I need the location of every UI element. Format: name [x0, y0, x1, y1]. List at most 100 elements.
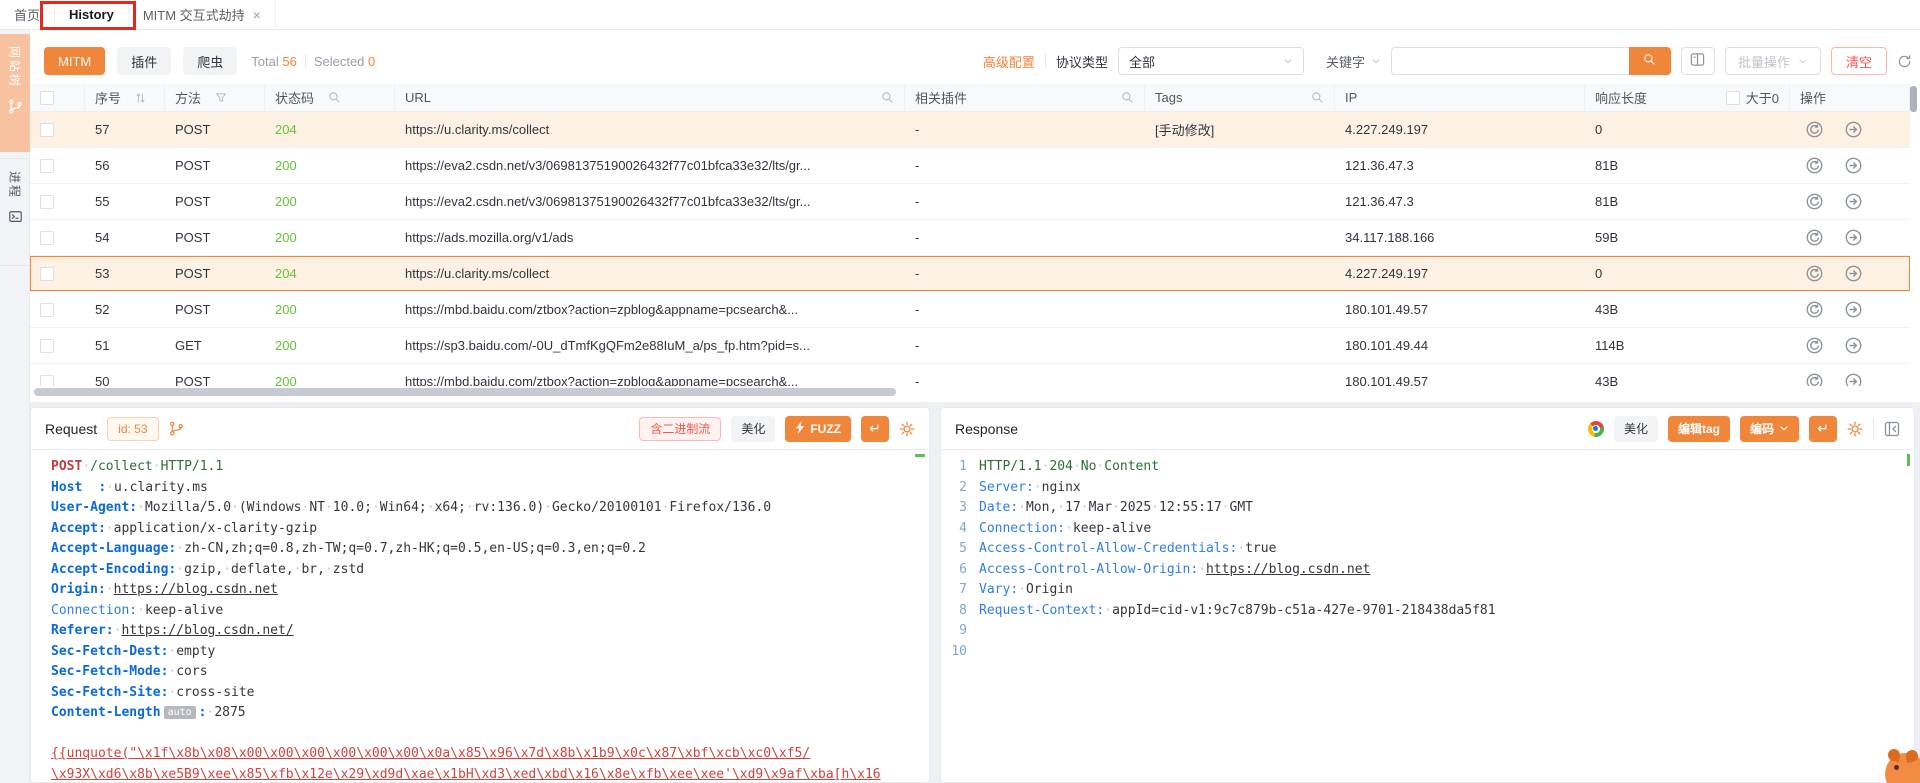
- yakit-mascot-icon[interactable]: [1885, 753, 1920, 783]
- browser-replay-icon[interactable]: [1806, 193, 1823, 210]
- table-row[interactable]: 51 GET 200 https://sp3.baidu.com/-0U_dTmfKg…: [30, 328, 1910, 364]
- tab-home[interactable]: 首页: [0, 0, 56, 30]
- table-row[interactable]: 57 POST 204 https://u.clarity.ms/collect - [手…: [30, 112, 1910, 148]
- filter-icon[interactable]: [215, 92, 227, 104]
- colon: :: [97, 520, 106, 536]
- newline-button[interactable]: ↵: [1809, 415, 1837, 442]
- edit-tag-button[interactable]: 编辑tag: [1667, 415, 1730, 442]
- ip-cell: 180.101.49.57: [1345, 302, 1429, 317]
- plugin-filter-button[interactable]: 插件: [117, 47, 172, 75]
- row-checkbox[interactable]: [40, 302, 54, 317]
- browser-replay-icon[interactable]: [1806, 301, 1823, 318]
- goto-arrow-icon[interactable]: [1845, 157, 1862, 174]
- goto-arrow-icon[interactable]: [1845, 229, 1862, 246]
- index-cell: 54: [95, 230, 110, 245]
- search-button[interactable]: [1628, 47, 1671, 75]
- line-number: 1: [959, 459, 967, 474]
- sort-icon[interactable]: [135, 92, 146, 104]
- goto-arrow-icon[interactable]: [1845, 121, 1862, 138]
- colon: :: [129, 602, 138, 618]
- keyword-select[interactable]: 关键字: [1326, 52, 1381, 71]
- gear-icon[interactable]: [1847, 421, 1863, 437]
- tags-cell: [1145, 148, 1335, 183]
- browser-replay-icon[interactable]: [1806, 157, 1823, 174]
- editor-line: 7 Vary:·Origin: [941, 580, 1914, 601]
- newline-button[interactable]: ↵: [861, 415, 889, 442]
- length-filter[interactable]: 大于0: [1725, 88, 1779, 107]
- browser-replay-icon[interactable]: [1806, 229, 1823, 246]
- tab-history[interactable]: History: [55, 0, 129, 30]
- row-checkbox[interactable]: [40, 158, 54, 173]
- search-icon[interactable]: [1121, 91, 1134, 104]
- rail-tab-site-tree[interactable]: 网站树: [0, 34, 30, 152]
- beautify-button[interactable]: 美化: [731, 415, 776, 442]
- column-label: 序号: [95, 91, 122, 106]
- column-label: 相关插件: [915, 91, 968, 106]
- select-all-checkbox[interactable]: [40, 90, 54, 105]
- url-cell: https://mbd.baidu.com/ztbox?action=zpblo…: [405, 302, 799, 317]
- fuzz-button[interactable]: FUZZ: [785, 415, 851, 442]
- chrome-icon[interactable]: [1587, 420, 1604, 437]
- browser-replay-icon[interactable]: [1806, 265, 1823, 282]
- search-icon[interactable]: [1311, 91, 1324, 104]
- row-checkbox[interactable]: [40, 374, 54, 386]
- goto-arrow-icon[interactable]: [1845, 301, 1862, 318]
- goto-arrow-icon[interactable]: [1845, 373, 1862, 386]
- table-row[interactable]: 56 POST 200 https://eva2.csdn.net/v3/069813…: [30, 148, 1910, 184]
- colon: :: [1057, 520, 1066, 536]
- clear-button[interactable]: 清空: [1830, 47, 1887, 75]
- goto-arrow-icon[interactable]: [1845, 193, 1862, 210]
- table-row[interactable]: 55 POST 200 https://eva2.csdn.net/v3/069813…: [30, 184, 1910, 220]
- browser-replay-icon[interactable]: [1806, 337, 1823, 354]
- vertical-scrollbar-thumb[interactable]: [1910, 86, 1917, 112]
- whitespace-dot: ·: [324, 500, 333, 515]
- greater-than-zero-checkbox[interactable]: [1725, 90, 1740, 105]
- refresh-icon[interactable]: [1897, 54, 1912, 69]
- browser-replay-icon[interactable]: [1806, 121, 1823, 138]
- rail-tab-process[interactable]: 进程: [0, 158, 30, 266]
- table-row[interactable]: 50 POST 200 https://mbd.baidu.com/ztbox?act…: [30, 364, 1910, 386]
- table-row[interactable]: 54 POST 200 https://ads.mozilla.org/v1/ads -…: [30, 220, 1910, 256]
- beautify-button[interactable]: 美化: [1613, 415, 1658, 442]
- fuzz-label: FUZZ: [810, 421, 841, 436]
- goto-arrow-icon[interactable]: [1845, 337, 1862, 354]
- close-icon[interactable]: ×: [253, 8, 261, 22]
- row-checkbox[interactable]: [40, 122, 54, 137]
- search-icon[interactable]: [328, 91, 341, 104]
- whitespace-dot: ·: [1112, 500, 1120, 515]
- url-cell: https://u.clarity.ms/collect: [405, 122, 550, 137]
- search-icon[interactable]: [881, 91, 894, 104]
- tab-mitm[interactable]: MITM 交互式劫持 ×: [129, 0, 276, 30]
- row-checkbox[interactable]: [40, 338, 54, 353]
- row-checkbox[interactable]: [40, 194, 54, 209]
- collapse-panel-icon[interactable]: [1884, 421, 1900, 437]
- table-row[interactable]: 52 POST 200 https://mbd.baidu.com/ztbox?act…: [30, 292, 1910, 328]
- editor-overview-mark: [915, 454, 925, 457]
- line-content: [979, 642, 1914, 663]
- horizontal-scrollbar-thumb[interactable]: [34, 388, 896, 396]
- request-editor[interactable]: POST·/collect·HTTP/1.1 Host:·u.clarity.ms…: [31, 451, 929, 782]
- whitespace-dot: ·: [293, 561, 302, 577]
- response-title: Response: [955, 420, 1019, 437]
- browser-replay-icon[interactable]: [1806, 373, 1823, 386]
- horizontal-scrollbar[interactable]: [32, 388, 1908, 397]
- row-checkbox[interactable]: [40, 230, 54, 245]
- row-checkbox[interactable]: [40, 266, 54, 281]
- table-row[interactable]: 53 POST 204 https://u.clarity.ms/collect - 4.…: [30, 256, 1910, 292]
- protocol-type-select[interactable]: 全部: [1117, 47, 1304, 75]
- encoding-button[interactable]: 编码: [1739, 415, 1799, 442]
- batch-ops-button[interactable]: 批量操作: [1724, 47, 1821, 75]
- packet-switch-button[interactable]: [1680, 47, 1715, 75]
- gear-icon[interactable]: [899, 421, 915, 437]
- header-key: Connection: [979, 520, 1058, 536]
- branch-icon[interactable]: [169, 421, 184, 436]
- search-input[interactable]: [1390, 47, 1629, 75]
- response-editor[interactable]: 1 HTTP/1.1·204·No·Content 2 Server:·nginx 3 D…: [941, 451, 1914, 782]
- tab-home-label: 首页: [14, 8, 41, 23]
- history-table: 序号 方法 状态码 URL 相关插件 Tags IP 响应长度 大于0 操作 57 POST 204 h…: [30, 84, 1910, 386]
- goto-arrow-icon[interactable]: [1845, 265, 1862, 282]
- crawler-filter-button[interactable]: 爬虫: [183, 47, 238, 75]
- mitm-filter-button[interactable]: MITM: [44, 47, 106, 75]
- advanced-config-link[interactable]: 高级配置: [983, 52, 1035, 71]
- editor-line: Accept-Language:·zh-CN,zh;q=0.8,zh-TW;q=…: [51, 539, 929, 560]
